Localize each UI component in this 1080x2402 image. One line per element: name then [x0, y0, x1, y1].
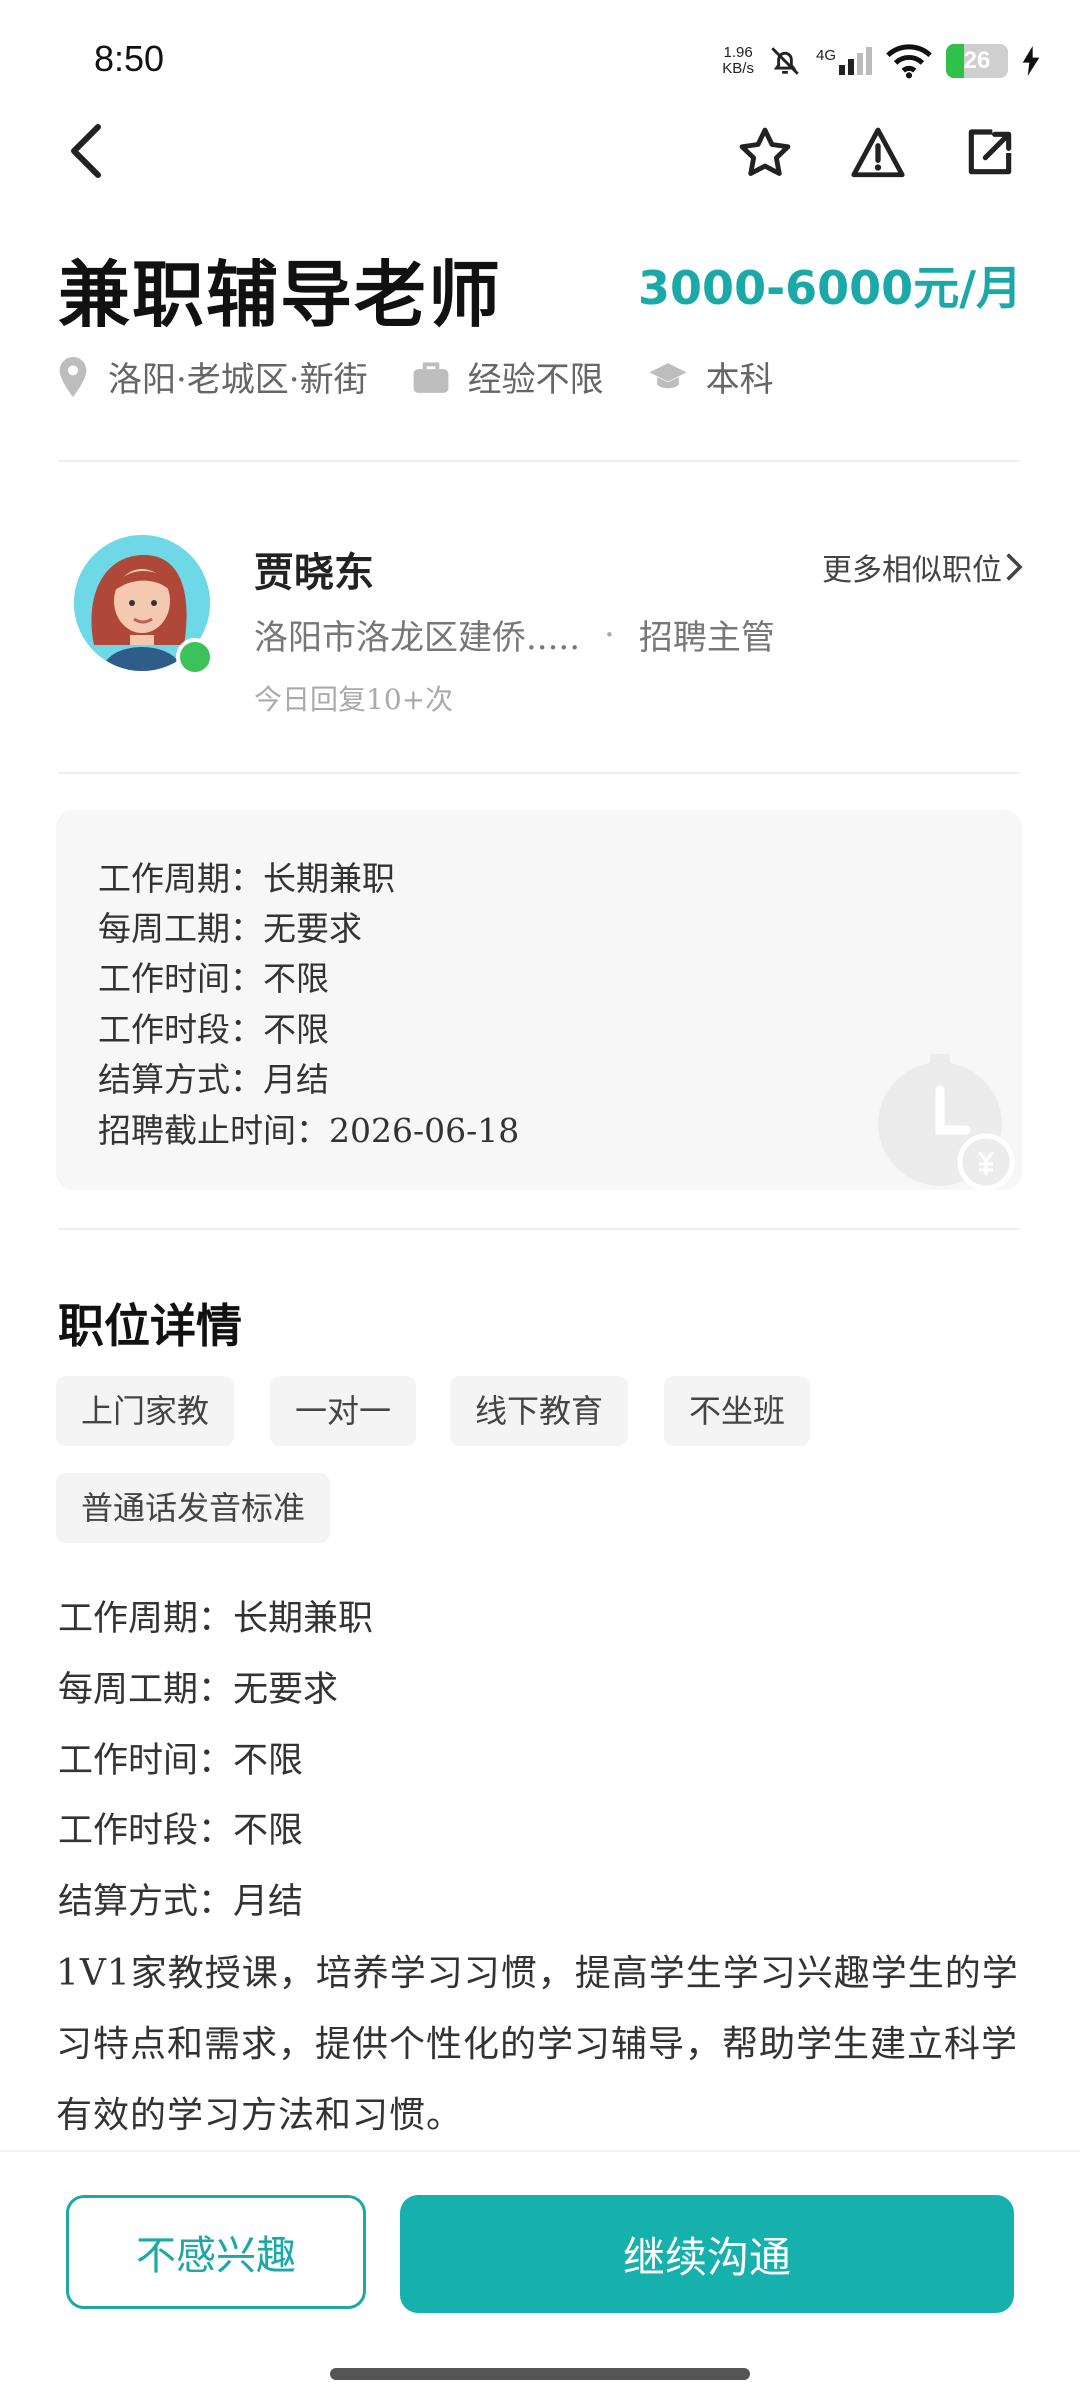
recruiter-role: 招聘主管 [638, 618, 775, 658]
clock-yuan-watermark-icon [878, 1054, 1015, 1190]
detail-row: 工作时段：不限 [58, 1811, 304, 1851]
job-description: 1V1家教授课，培养学习习惯，提高学生学习兴趣学生的学习特点和需求，提供个性化的… [56, 1953, 1019, 2136]
summary-row: 每周工期：无要求 [98, 909, 362, 948]
education-text: 本科 [705, 360, 774, 400]
graduation-cap-icon [649, 362, 687, 388]
more-link-label: 更多相似职位 [822, 553, 1002, 588]
wifi-icon [886, 44, 932, 79]
chevron-right-icon [1006, 553, 1023, 581]
summary-row: 工作时间：不限 [98, 959, 329, 998]
favorite-button[interactable] [730, 118, 800, 188]
net-speed-unit: KB/s [722, 60, 754, 77]
signal-icon: 4G [816, 47, 872, 75]
recruiter-company-line: 洛阳市洛龙区建侨..... · 招聘主管 [254, 610, 775, 659]
recruiter-company: 洛阳市洛龙区建侨..... [254, 618, 581, 658]
job-summary-card: 工作周期：长期兼职 每周工期：无要求 工作时间：不限 工作时段：不限 结算方式：… [56, 810, 1022, 1190]
experience-text: 经验不限 [467, 360, 604, 400]
tag-chip: 线下教育 [450, 1376, 629, 1446]
online-status-dot [176, 638, 214, 676]
location-text: 洛阳·老城区·新街 [108, 360, 368, 400]
share-button[interactable] [955, 118, 1025, 188]
report-button[interactable] [843, 118, 913, 188]
charging-bolt-icon [1022, 46, 1040, 76]
reply-count: 今日回复10+次 [254, 683, 454, 716]
tag-chip: 不坐班 [664, 1376, 811, 1446]
tag-chip: 一对一 [270, 1376, 417, 1446]
back-button[interactable] [56, 120, 116, 182]
experience-tag: 经验不限 [412, 352, 604, 401]
back-arrow-icon [71, 124, 101, 178]
divider [58, 1228, 1020, 1230]
more-similar-jobs-link[interactable]: 更多相似职位 [822, 545, 1024, 589]
section-title: 职位详情 [58, 1299, 242, 1353]
divider [58, 460, 1020, 462]
briefcase-icon [413, 361, 449, 393]
net-speed: 1.96 KB/s [722, 45, 754, 77]
summary-row: 招聘截止时间：2026-06-18 [98, 1111, 520, 1150]
status-icons: 1.96 KB/s 4G 26 [722, 36, 1040, 86]
continue-chat-button[interactable]: 继续沟通 [400, 2195, 1014, 2313]
summary-row: 工作周期：长期兼职 [98, 859, 395, 898]
battery-icon: 26 [946, 44, 1008, 78]
divider [58, 772, 1020, 774]
not-interested-button[interactable]: 不感兴趣 [66, 2195, 366, 2309]
education-tag: 本科 [648, 352, 774, 401]
detail-row: 工作周期：长期兼职 [58, 1599, 374, 1639]
job-title: 兼职辅导老师 [58, 252, 503, 337]
battery-level: 26 [963, 47, 991, 74]
share-icon [968, 129, 1012, 175]
mute-bell-icon [771, 47, 799, 75]
detail-row: 结算方式：月结 [58, 1882, 304, 1922]
salary: 3000-6000元/月 [638, 261, 1022, 315]
net-speed-value: 1.96 [723, 44, 753, 61]
detail-row: 每周工期：无要求 [58, 1670, 339, 1710]
tag-chip: 上门家教 [56, 1376, 235, 1446]
warning-icon [851, 127, 905, 178]
detail-row: 工作时间：不限 [58, 1741, 304, 1781]
location-pin-icon [59, 356, 87, 397]
status-time: 8:50 [94, 38, 165, 79]
network-type: 4G [815, 47, 836, 64]
separator-dot: · [604, 614, 615, 655]
star-icon [739, 127, 791, 176]
summary-row: 工作时段：不限 [98, 1010, 329, 1049]
tag-chip: 普通话发音标准 [56, 1473, 331, 1543]
job-meta: 洛阳·老城区·新街 经验不限 本科 [56, 352, 818, 401]
location-tag: 洛阳·老城区·新街 [56, 352, 368, 401]
home-indicator[interactable] [330, 2368, 750, 2380]
summary-row: 结算方式：月结 [98, 1060, 329, 1099]
recruiter-name: 贾晓东 [254, 549, 374, 596]
